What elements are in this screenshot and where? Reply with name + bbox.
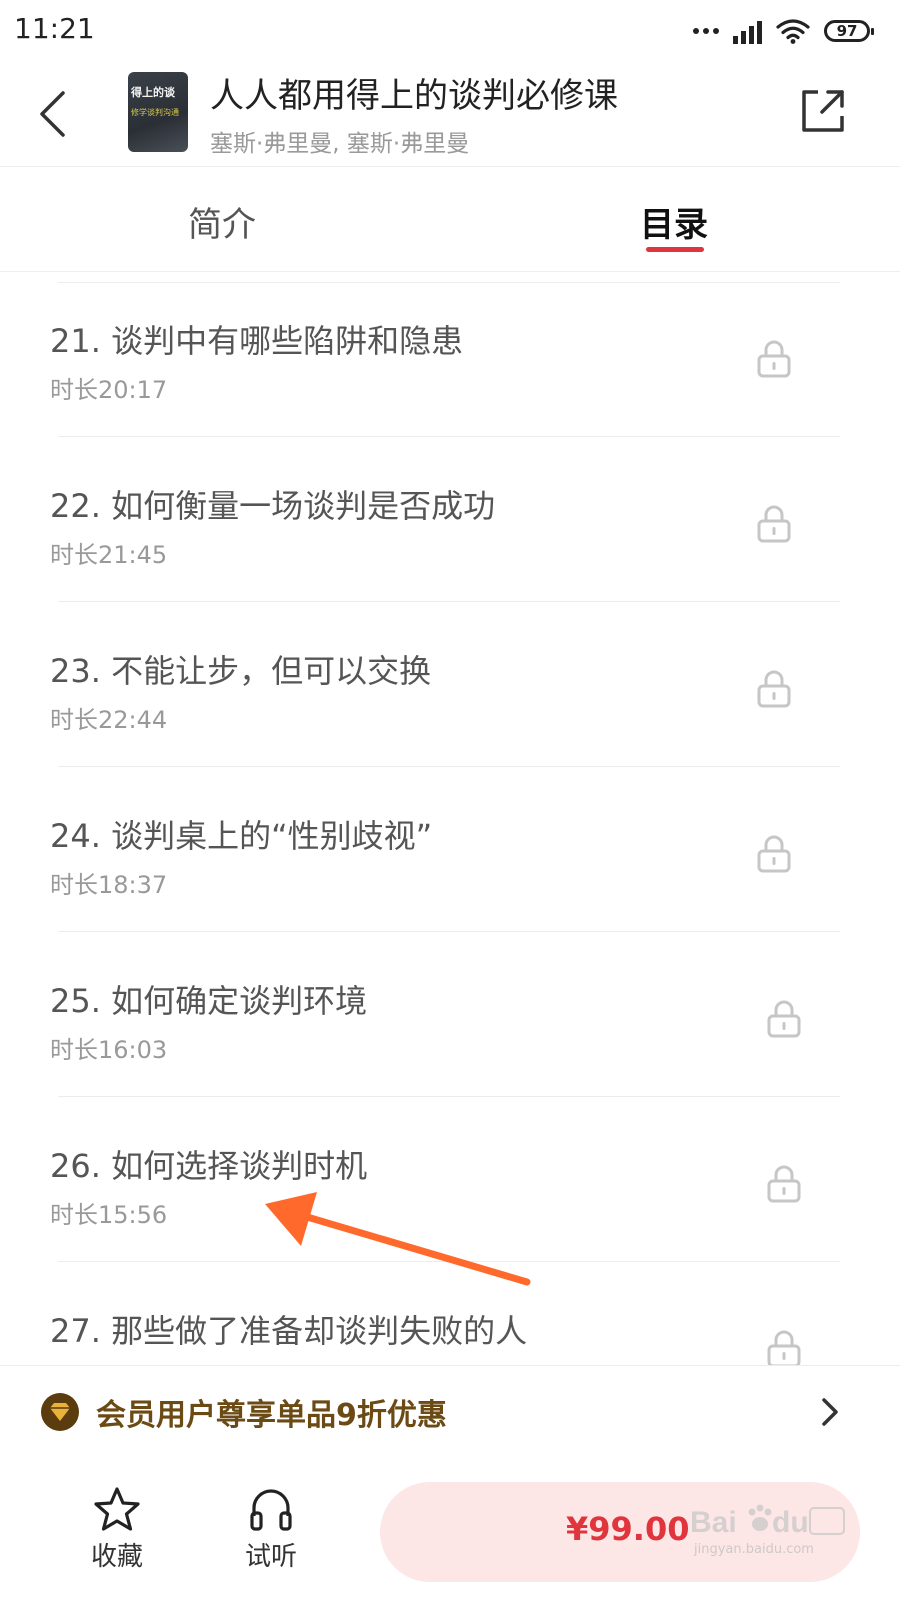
chapter-title: 25. 如何确定谈判环境 (50, 982, 368, 1020)
chapter-title: 27. 那些做了准备却谈判失败的人 (50, 1312, 528, 1350)
preview-button[interactable]: 试听 (226, 1486, 316, 1573)
book-title: 人人都用得上的谈判必修课 (210, 76, 618, 116)
vip-diamond-icon (41, 1393, 79, 1431)
share-button[interactable] (798, 86, 848, 136)
chapter-title: 24. 谈判桌上的“性别歧视” (50, 817, 433, 855)
member-discount-banner[interactable]: 会员用户尊享单品9折优惠 (0, 1365, 900, 1459)
headphones-icon (250, 1489, 292, 1531)
status-indicators: 97 (693, 14, 874, 48)
chapter-item[interactable]: 21. 谈判中有哪些陷阱和隐患 时长20:17 (0, 272, 900, 437)
favorite-label: 收藏 (90, 1542, 143, 1572)
active-tab-indicator (646, 247, 704, 252)
favorite-button[interactable]: 收藏 (72, 1486, 162, 1573)
status-time: 11:21 (14, 12, 95, 45)
chapter-title: 26. 如何选择谈判时机 (50, 1147, 368, 1185)
app-screen: 11:21 97 得上的谈 修学谈判沟通 人人都用得上的谈判必修课 塞斯·弗里曼… (0, 0, 900, 1600)
price: ¥99.00 (566, 1510, 690, 1548)
lock-icon (757, 835, 791, 873)
chapter-duration: 时长20:17 (50, 376, 168, 404)
tab-intro[interactable]: 简介 (188, 197, 256, 246)
lock-icon (757, 340, 791, 378)
preview-label: 试听 (244, 1542, 297, 1572)
cover-subtitle: 修学谈判沟通 (131, 108, 179, 117)
lock-icon (767, 1165, 801, 1203)
signal-icon (733, 18, 762, 44)
tab-bar: 简介 目录 (0, 167, 900, 272)
chapter-title: 23. 不能让步，但可以交换 (50, 652, 432, 690)
lock-icon (767, 1330, 801, 1365)
chapter-title: 22. 如何衡量一场谈判是否成功 (50, 487, 496, 525)
more-dots-icon (693, 28, 719, 34)
chapter-duration: 时长18:37 (50, 871, 168, 899)
chapter-duration: 时长22:44 (50, 706, 168, 734)
back-arrow-icon (40, 91, 65, 137)
lock-icon (757, 505, 791, 543)
member-discount-text: 会员用户尊享单品9折优惠 (96, 1398, 447, 1433)
star-icon (94, 1487, 140, 1531)
header: 得上的谈 修学谈判沟通 人人都用得上的谈判必修课 塞斯·弗里曼, 塞斯·弗里曼 (0, 62, 900, 167)
share-icon (802, 90, 844, 132)
battery-indicator: 97 (824, 20, 874, 42)
chapter-item[interactable]: 27. 那些做了准备却谈判失败的人 (0, 1262, 900, 1365)
chapter-item[interactable]: 25. 如何确定谈判环境 时长16:03 (0, 932, 900, 1097)
wifi-icon (776, 19, 810, 44)
chapter-item[interactable]: 24. 谈判桌上的“性别歧视” 时长18:37 (0, 767, 900, 932)
chapter-list[interactable]: 21. 谈判中有哪些陷阱和隐患 时长20:17 22. 如何衡量一场谈判是否成功… (0, 272, 900, 1365)
book-author: 塞斯·弗里曼, 塞斯·弗里曼 (210, 131, 470, 157)
buy-button[interactable]: ¥99.00 (380, 1482, 860, 1582)
chapter-item[interactable]: 26. 如何选择谈判时机 时长15:56 (0, 1097, 900, 1262)
back-button[interactable] (30, 84, 74, 144)
cover-title: 得上的谈 (131, 86, 175, 99)
lock-icon (767, 1000, 801, 1038)
chevron-right-icon (822, 1398, 838, 1426)
battery-level: 97 (836, 22, 858, 40)
lock-icon (757, 670, 791, 708)
tab-catalog[interactable]: 目录 (640, 197, 708, 246)
status-bar: 11:21 97 (0, 0, 900, 62)
chapter-duration: 时长16:03 (50, 1036, 168, 1064)
bottom-action-bar: 收藏 试听 ¥99.00 (0, 1458, 900, 1600)
chapter-duration: 时长15:56 (50, 1201, 168, 1229)
chapter-title: 21. 谈判中有哪些陷阱和隐患 (50, 322, 464, 360)
chapter-item[interactable]: 22. 如何衡量一场谈判是否成功 时长21:45 (0, 437, 900, 602)
book-cover[interactable]: 得上的谈 修学谈判沟通 (128, 72, 188, 152)
chapter-item[interactable]: 23. 不能让步，但可以交换 时长22:44 (0, 602, 900, 767)
chapter-duration: 时长21:45 (50, 541, 168, 569)
